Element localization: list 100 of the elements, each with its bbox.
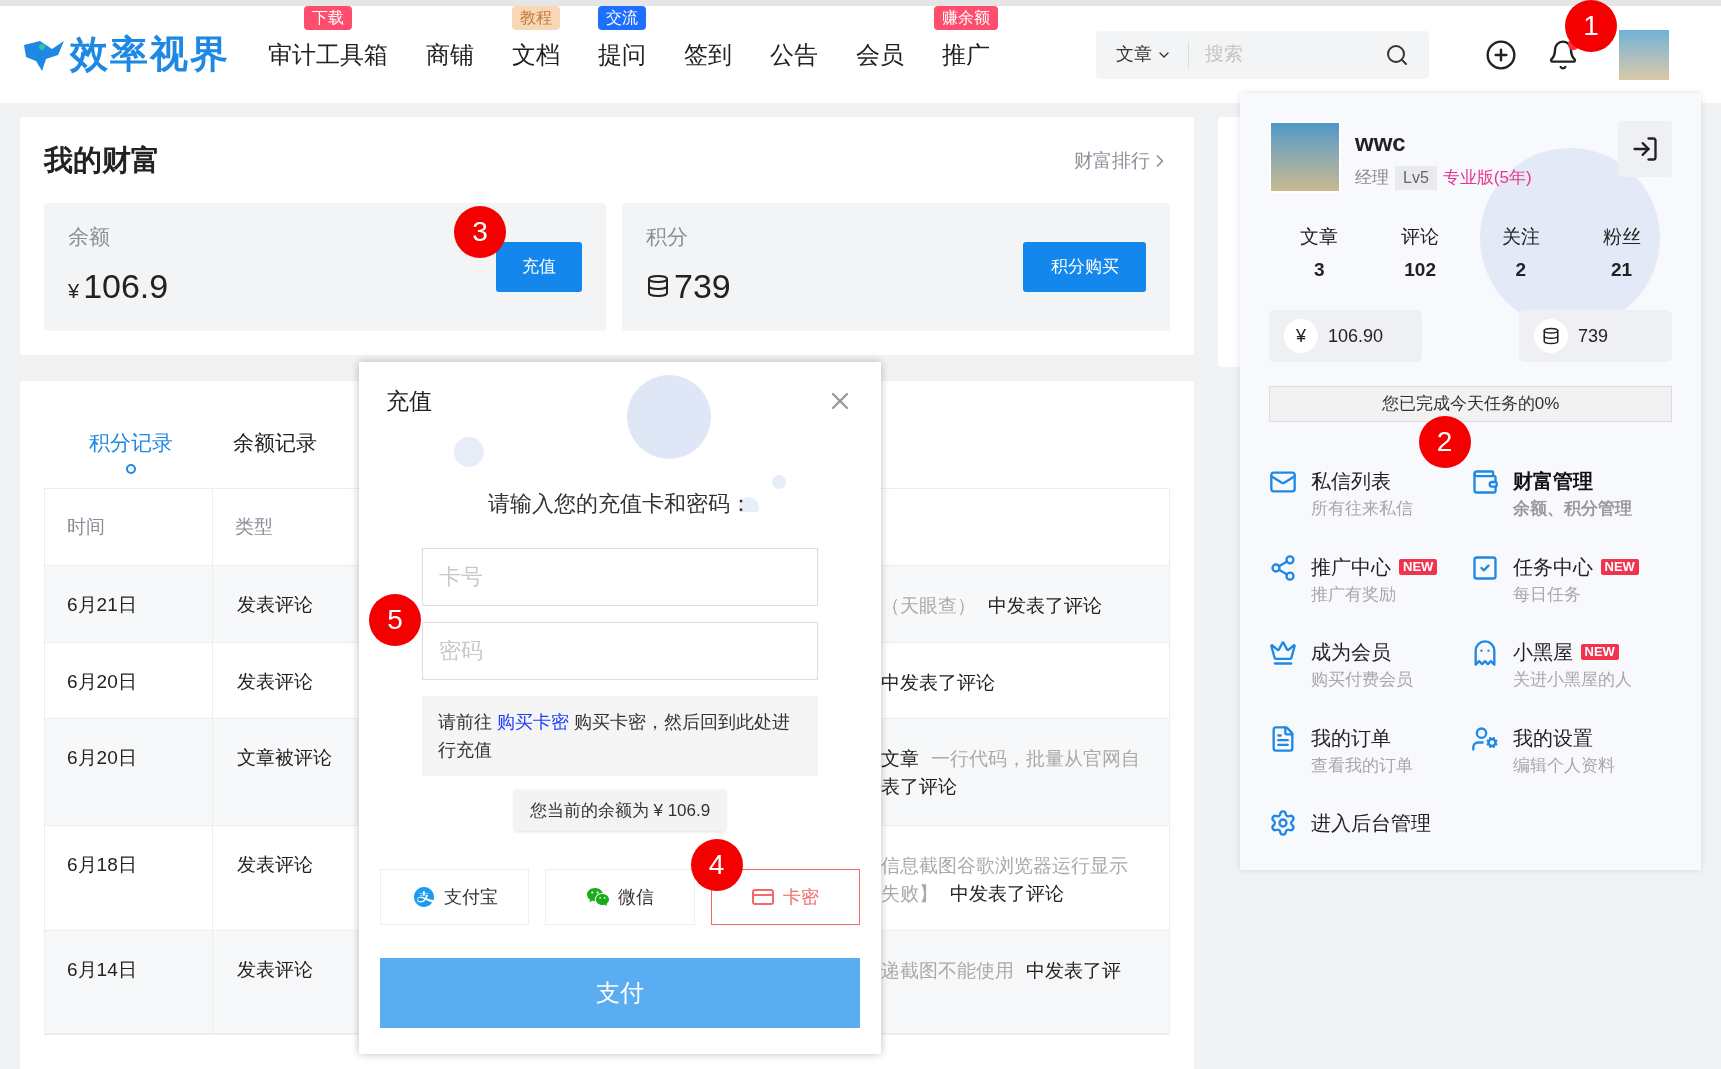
points-value: 739 xyxy=(674,265,731,307)
annotation-marker: 3 xyxy=(454,205,506,258)
record-text: 一行代码，批量从官网自 xyxy=(931,747,1140,771)
record-text: 中发表了评论 xyxy=(988,594,1102,618)
points-label: 积分 xyxy=(646,224,689,251)
menu-item[interactable]: 成为会员 购买付费会员 xyxy=(1269,637,1413,693)
nav-link[interactable]: 会员 xyxy=(856,40,904,68)
annotation-marker: 2 xyxy=(1418,416,1471,468)
table-cell: 6月20日 xyxy=(45,643,213,718)
menu-item[interactable]: 私信列表 所有往来私信 xyxy=(1269,466,1413,522)
balance-value: 106.9 xyxy=(83,265,169,307)
record-text: 文章 xyxy=(881,747,919,771)
stat-label: 文章 xyxy=(1300,225,1339,249)
menu-item-title: 小黑屋 xyxy=(1512,640,1573,665)
menu-item-subtitle: 购买付费会员 xyxy=(1311,669,1413,691)
coins-icon xyxy=(1534,319,1568,353)
menu-item-icon xyxy=(1470,468,1499,496)
menu-item-title: 我的设置 xyxy=(1512,725,1593,751)
recharge-button[interactable]: 充值 xyxy=(496,241,582,292)
table-cell: 6月14日 xyxy=(45,931,213,1033)
nav-link[interactable]: 签到 xyxy=(684,40,732,68)
menu-item[interactable]: 推广中心 NEW 推广有奖励 xyxy=(1269,551,1438,607)
menu-item-subtitle: 所有往来私信 xyxy=(1311,498,1413,520)
table-cell: 6月18日 xyxy=(45,826,213,930)
balance-value: 106.90 xyxy=(1328,324,1384,348)
buy-card-link[interactable]: 购买卡密 xyxy=(497,711,569,732)
plan-label: 专业版(5年) xyxy=(1442,167,1532,189)
stat-value[interactable]: 2 xyxy=(1515,255,1527,284)
nav-link[interactable]: 商铺 xyxy=(426,40,474,68)
table-cell: 6月21日 xyxy=(45,566,213,642)
menu-item-subtitle: 每日任务 xyxy=(1512,583,1582,606)
menu-item-title: 我的订单 xyxy=(1311,725,1391,751)
wechat-icon xyxy=(586,885,610,909)
payment-method-option[interactable]: 微信 xyxy=(545,869,695,925)
menu-item[interactable]: 我的订单 查看我的订单 xyxy=(1269,722,1413,778)
menu-item[interactable]: 我的设置 编辑个人资料 xyxy=(1470,722,1615,778)
menu-item-title: 财富管理 xyxy=(1512,469,1593,494)
record-text: 中发表了评论 xyxy=(950,882,1064,906)
annotation-marker: 1 xyxy=(1565,0,1617,52)
logout-icon xyxy=(1631,135,1659,163)
column-header: 时间 xyxy=(45,489,213,565)
menu-item-icon xyxy=(1470,724,1499,753)
menu-item[interactable]: 任务中心 NEW 每日任务 xyxy=(1470,551,1639,607)
payment-method-option[interactable]: 支付宝 xyxy=(380,869,530,925)
nav-badge: 下载 xyxy=(304,5,352,30)
new-badge: NEW xyxy=(1580,644,1619,660)
table-cell: 6月20日 xyxy=(45,719,213,825)
record-text: （天眼查） xyxy=(881,594,976,618)
nav-link[interactable]: 公告 xyxy=(770,40,818,68)
level-badge: Lv5 xyxy=(1395,165,1437,190)
stat-value[interactable]: 102 xyxy=(1404,255,1436,284)
menu-item[interactable]: 财富管理 余额、积分管理 xyxy=(1470,466,1632,522)
record-text: 中发表了评论 xyxy=(881,671,995,695)
nav-link[interactable]: 文档 xyxy=(512,40,560,68)
record-text: 递截图不能使用 xyxy=(881,959,1014,983)
menu-item-subtitle: 查看我的订单 xyxy=(1311,754,1413,777)
menu-item-subtitle: 推广有奖励 xyxy=(1311,583,1397,606)
alipay-icon xyxy=(411,885,436,909)
points-pill[interactable]: 739 xyxy=(1519,310,1672,362)
nav-link[interactable]: 审计工具箱 xyxy=(268,40,388,68)
menu-item-title: 成为会员 xyxy=(1311,640,1391,665)
search-icon[interactable] xyxy=(1385,42,1409,67)
site-logo-text[interactable]: 效率视界 xyxy=(70,26,230,83)
record-text: 失败】 xyxy=(881,882,938,906)
add-icon[interactable] xyxy=(1485,38,1517,71)
menu-item-title: 任务中心 xyxy=(1512,554,1593,580)
dialog-title: 充值 xyxy=(386,387,432,416)
menu-item[interactable]: 小黑屋 NEW 关进小黑屋的人 xyxy=(1470,637,1632,693)
balance-pill[interactable]: ¥ 106.90 xyxy=(1269,310,1422,362)
search-scope-dropdown[interactable]: 文章 xyxy=(1116,41,1172,68)
stat-value[interactable]: 21 xyxy=(1611,255,1633,284)
menu-item-icon xyxy=(1269,639,1297,667)
menu-item-subtitle: 编辑个人资料 xyxy=(1512,754,1615,777)
stat-value[interactable]: 3 xyxy=(1314,255,1325,284)
menu-item-title: 推广中心 xyxy=(1311,554,1391,580)
nav-link[interactable]: 提问 xyxy=(598,40,646,68)
coins-icon xyxy=(646,274,670,299)
stat-label: 关注 xyxy=(1501,225,1540,249)
buy-points-button[interactable]: 积分购买 xyxy=(1023,241,1146,292)
menu-item-icon xyxy=(1269,553,1297,582)
nav-link[interactable]: 推广 xyxy=(942,40,990,68)
record-text: 信息截图谷歌浏览器运行显示 xyxy=(881,854,1128,878)
dialog-prompt: 请输入您的充值卡和密码： xyxy=(487,489,753,518)
records-tab[interactable]: 余额记录 xyxy=(233,426,317,474)
notification-bell-icon[interactable] xyxy=(1547,38,1579,71)
menu-item-icon xyxy=(1470,553,1499,582)
user-name: wwc xyxy=(1355,128,1407,158)
record-text: 中发表了评 xyxy=(1026,959,1121,983)
records-tab[interactable]: 积分记录 xyxy=(89,426,173,474)
user-photo-placeholder xyxy=(1269,121,1341,193)
currency-symbol: ¥ xyxy=(1284,319,1318,353)
nav-badge: 交流 xyxy=(598,5,646,30)
menu-item-title: 私信列表 xyxy=(1311,469,1391,494)
menu-item-subtitle: 余额、积分管理 xyxy=(1512,498,1632,520)
wealth-title: 我的财富 xyxy=(44,143,160,178)
annotation-marker: 5 xyxy=(369,593,421,646)
settings-icon xyxy=(1269,809,1297,837)
admin-link[interactable]: 进入后台管理 xyxy=(1311,808,1431,838)
user-role: 经理 xyxy=(1355,167,1389,189)
logout-button[interactable] xyxy=(1618,121,1672,177)
